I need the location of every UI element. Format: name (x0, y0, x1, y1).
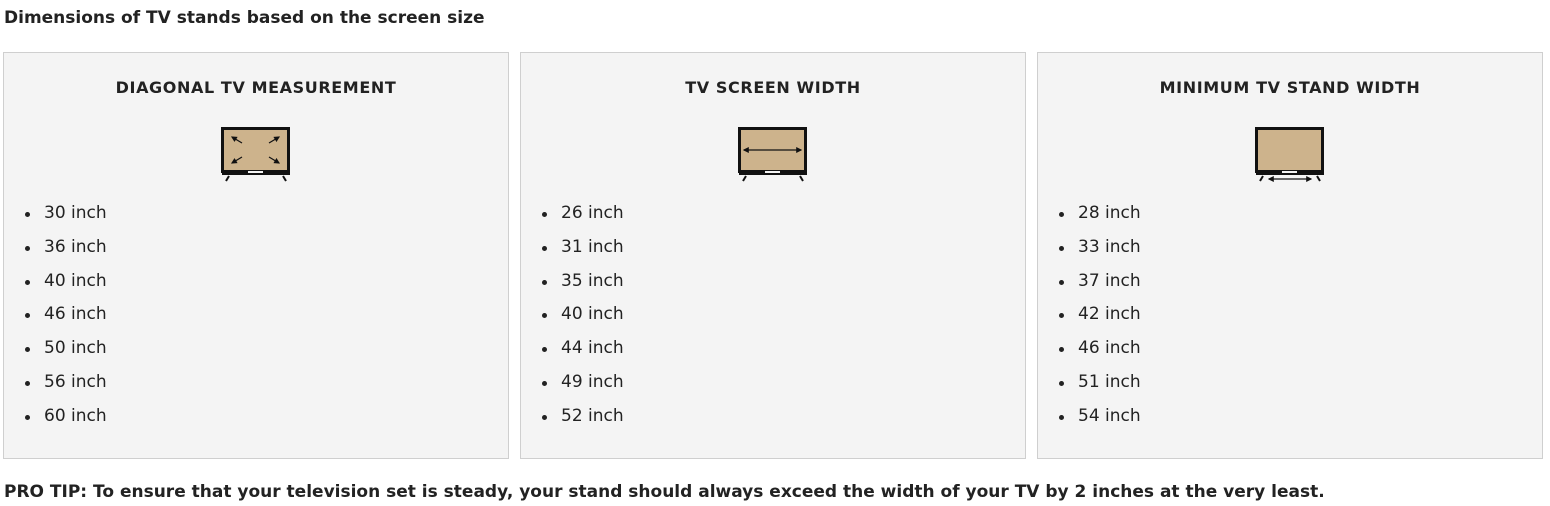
list-item: 52 inch (542, 400, 624, 434)
list-item: 49 inch (542, 366, 624, 400)
panel-title: TV SCREEN WIDTH (685, 78, 861, 97)
list-item: 31 inch (542, 231, 624, 265)
tv-stand-width-icon (1255, 127, 1324, 182)
list-item: 35 inch (542, 265, 624, 299)
list-item: 54 inch (1059, 400, 1141, 434)
panel-minimum-stand-width: MINIMUM TV STAND WIDTH 28 inch 33 inch 3… (1037, 52, 1543, 459)
list-item: 44 inch (542, 332, 624, 366)
list-item: 42 inch (1059, 298, 1141, 332)
tv-diagonal-arrows-icon (221, 127, 290, 182)
list-item: 26 inch (542, 197, 624, 231)
list-item: 40 inch (542, 298, 624, 332)
list-item: 33 inch (1059, 231, 1141, 265)
pro-tip: PRO TIP: To ensure that your television … (4, 482, 1325, 502)
list-item: 51 inch (1059, 366, 1141, 400)
panel-screen-width: TV SCREEN WIDTH 26 inch 31 inch 35 inch … (520, 52, 1026, 459)
list-item: 37 inch (1059, 265, 1141, 299)
list-item: 36 inch (25, 231, 107, 265)
panels-container: DIAGONAL TV MEASUREMENT 30 inch 36 inch … (3, 52, 1543, 459)
list-item: 60 inch (25, 400, 107, 434)
panel-title: DIAGONAL TV MEASUREMENT (115, 78, 397, 97)
tv-screen-width-icon (738, 127, 807, 182)
list-item: 50 inch (25, 332, 107, 366)
panel-diagonal-measurement: DIAGONAL TV MEASUREMENT 30 inch 36 inch … (3, 52, 509, 459)
list-item: 30 inch (25, 197, 107, 231)
list-item: 46 inch (1059, 332, 1141, 366)
size-list: 26 inch 31 inch 35 inch 40 inch 44 inch … (521, 197, 624, 434)
list-item: 56 inch (25, 366, 107, 400)
panel-title: MINIMUM TV STAND WIDTH (1159, 78, 1421, 97)
size-list: 30 inch 36 inch 40 inch 46 inch 50 inch … (4, 197, 107, 434)
list-item: 28 inch (1059, 197, 1141, 231)
size-list: 28 inch 33 inch 37 inch 42 inch 46 inch … (1038, 197, 1141, 434)
list-item: 40 inch (25, 265, 107, 299)
page-title: Dimensions of TV stands based on the scr… (4, 8, 485, 28)
list-item: 46 inch (25, 298, 107, 332)
